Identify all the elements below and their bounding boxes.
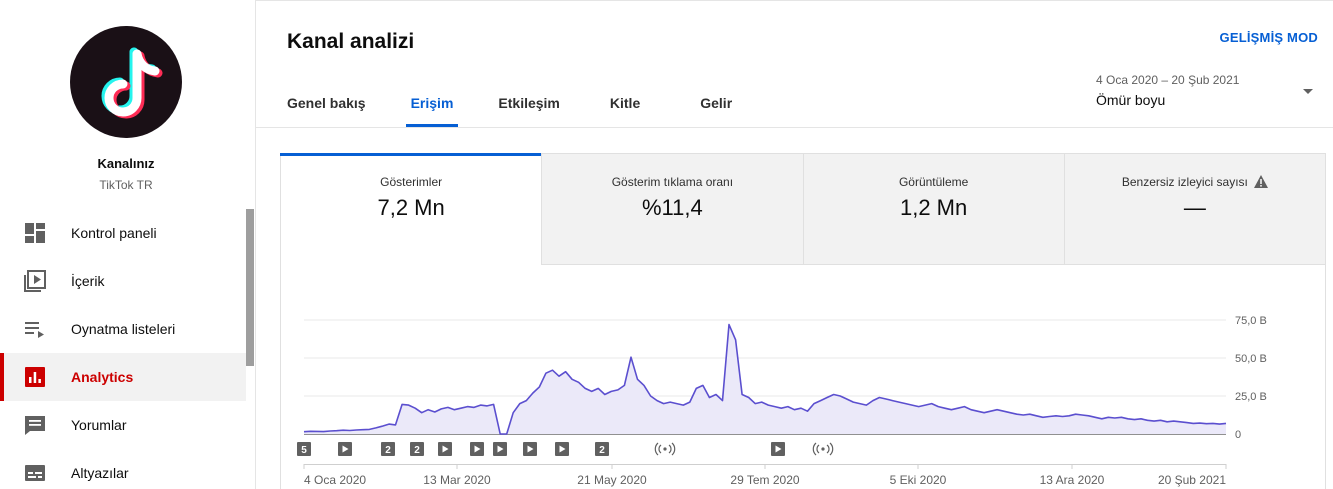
tab-engagement[interactable]: Etkileşim: [498, 84, 559, 127]
live-dot: [663, 447, 667, 451]
warning-icon: [1253, 174, 1268, 188]
x-tick-label: 4 Oca 2020: [304, 473, 366, 487]
metric-label: Benzersiz izleyici sayısı: [1065, 174, 1325, 189]
x-tick-label: 5 Eki 2020: [890, 473, 947, 487]
metric-label-text: Benzersiz izleyici sayısı: [1121, 175, 1248, 189]
badge-count: 2: [414, 445, 420, 456]
analytics-tabs: Genel bakış Erişim Etkileşim Kitle Gelir: [287, 84, 732, 127]
metric-value: %11,4: [642, 195, 703, 220]
event-marker[interactable]: [338, 442, 352, 456]
date-range-select[interactable]: Ömür boyu: [1096, 92, 1165, 108]
metric-label: Gösterim tıklama oranı: [611, 175, 734, 189]
sidebar-item-label: Altyazılar: [71, 465, 129, 481]
x-axis: 4 Oca 2020 13 Mar 2020 21 May 2020 29 Tem 2…: [303, 464, 1227, 487]
metric-views[interactable]: Görüntüleme 1,2 Mn: [803, 154, 1065, 265]
y-tick-label: 50,0 B: [1235, 353, 1267, 365]
sidebar-item-label: Analytics: [71, 369, 134, 385]
tiktok-logo-icon: [101, 47, 163, 119]
channel-subtitle: TikTok TR: [99, 178, 153, 192]
metric-label: Gösterimler: [380, 175, 443, 189]
advanced-mode-button[interactable]: GELİŞMİŞ MOD: [1220, 30, 1318, 45]
event-markers: 5 2 2 2: [297, 442, 834, 456]
channel-avatar[interactable]: [70, 26, 182, 138]
tab-overview[interactable]: Genel bakış: [287, 84, 366, 127]
metric-unique-viewers[interactable]: Benzersiz izleyici sayısı —: [1064, 154, 1325, 265]
y-tick-label: 25,0 B: [1235, 391, 1267, 403]
event-marker[interactable]: 2: [381, 442, 395, 456]
sidebar-item-label: Oynatma listeleri: [71, 321, 176, 337]
metric-ctr[interactable]: Gösterim tıklama oranı %11,4: [542, 154, 804, 265]
event-marker[interactable]: [555, 442, 569, 456]
sidebar-item-analytics[interactable]: Analytics: [0, 353, 246, 401]
channel-title: Kanalınız: [97, 156, 155, 171]
sidebar-item-label: Yorumlar: [71, 417, 127, 433]
event-marker[interactable]: 2: [410, 442, 424, 456]
metric-value: —: [1183, 195, 1206, 220]
x-tick-label: 21 May 2020: [577, 473, 647, 487]
sidebar: Kanalınız TikTok TR Kontrol paneli İçeri…: [0, 0, 256, 489]
event-marker[interactable]: [771, 442, 785, 456]
content-icon: [24, 270, 46, 292]
sidebar-item-content[interactable]: İçerik: [0, 257, 246, 305]
sidebar-item-playlists[interactable]: Oynatma listeleri: [0, 305, 246, 353]
tab-revenue[interactable]: Gelir: [700, 84, 732, 127]
metric-value: 7,2 Mn: [377, 195, 445, 220]
impressions-chart: 0 25,0 B 50,0 B 75,0 B 5 2 2 2 4 Oca 2020 13 Ma…: [297, 315, 1267, 487]
badge-count: 2: [599, 445, 605, 456]
event-marker[interactable]: 2: [595, 442, 609, 456]
badge-count: 2: [385, 445, 391, 456]
y-tick-label: 0: [1235, 429, 1241, 441]
metric-label: Görüntüleme: [898, 175, 969, 189]
date-range-text: 4 Oca 2020 – 20 Şub 2021: [1096, 73, 1240, 87]
y-tick-label: 75,0 B: [1235, 315, 1267, 327]
playlist-icon: [24, 318, 46, 340]
chevron-down-icon[interactable]: [1303, 89, 1313, 94]
metric-value: 1,2 Mn: [899, 195, 968, 220]
x-tick-label: 20 Şub 2021: [1158, 473, 1226, 487]
sidebar-scrollbar[interactable]: [246, 209, 254, 366]
sidebar-item-label: Kontrol paneli: [71, 225, 157, 241]
event-marker[interactable]: [654, 442, 676, 456]
event-marker[interactable]: [812, 442, 834, 456]
sidebar-item-comments[interactable]: Yorumlar: [0, 401, 246, 449]
metric-impressions[interactable]: Gösterimler 7,2 Mn: [279, 153, 543, 265]
tab-audience[interactable]: Kitle: [610, 84, 640, 127]
dashboard-icon: [24, 222, 46, 244]
event-marker[interactable]: [438, 442, 452, 456]
sidebar-item-subtitles[interactable]: Altyazılar: [0, 449, 246, 489]
header-divider: [256, 127, 1333, 128]
subtitles-icon: [24, 462, 46, 484]
x-tick-label: 29 Tem 2020: [730, 473, 799, 487]
event-marker[interactable]: [493, 442, 507, 456]
page-title: Kanal analizi: [287, 30, 415, 53]
sidebar-item-label: İçerik: [71, 273, 105, 289]
tab-reach[interactable]: Erişim: [405, 84, 459, 127]
event-marker[interactable]: [470, 442, 484, 456]
analytics-icon: [24, 366, 46, 388]
event-marker[interactable]: 5: [297, 442, 311, 456]
series-area: [304, 324, 1226, 434]
y-axis: 0 25,0 B 50,0 B 75,0 B: [1235, 315, 1267, 441]
x-tick-label: 13 Ara 2020: [1040, 473, 1105, 487]
comments-icon: [24, 414, 46, 436]
live-dot: [821, 447, 825, 451]
sidebar-nav: Kontrol paneli İçerik Oynatma listeleri …: [0, 209, 246, 489]
metric-tabs: Gösterimler 7,2 Mn Gösterim tıklama oran…: [279, 153, 1325, 265]
x-tick-label: 13 Mar 2020: [423, 473, 491, 487]
badge-count: 5: [301, 445, 307, 456]
sidebar-item-dashboard[interactable]: Kontrol paneli: [0, 209, 246, 257]
event-marker[interactable]: [523, 442, 537, 456]
